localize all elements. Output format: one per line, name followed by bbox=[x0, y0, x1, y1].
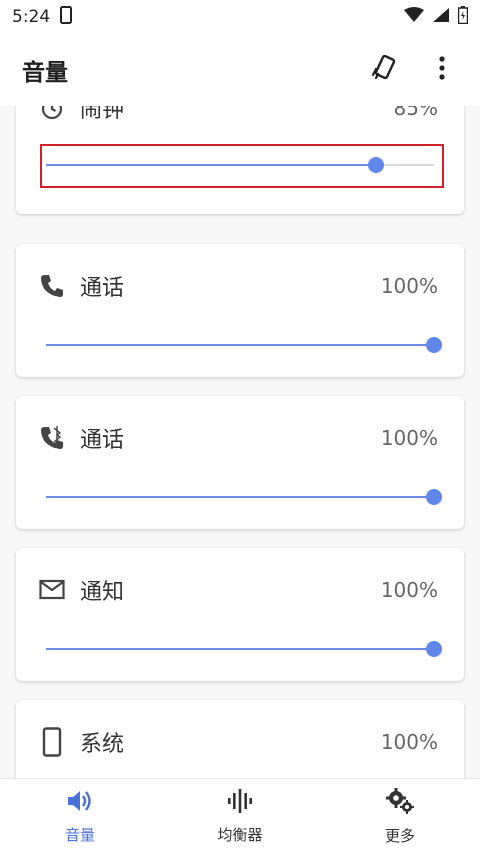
nav-item-volume[interactable]: 音量 bbox=[0, 779, 160, 853]
signal-icon bbox=[432, 7, 450, 28]
volume-label: 通话 bbox=[80, 428, 125, 453]
volume-value: 100% bbox=[380, 578, 438, 602]
volume-value: 85% bbox=[393, 106, 438, 120]
volume-value: 100% bbox=[380, 274, 438, 298]
call-volume-slider[interactable] bbox=[46, 333, 442, 357]
bluetooth-call-volume-slider[interactable] bbox=[46, 485, 442, 509]
slider-thumb[interactable] bbox=[426, 337, 442, 353]
volume-card-bluetooth-call: 通话 100% bbox=[16, 396, 464, 529]
notification-volume-slider[interactable] bbox=[46, 637, 442, 661]
phone-status-icon bbox=[60, 5, 73, 29]
slider-fill bbox=[46, 344, 434, 346]
alarm-clock-icon bbox=[38, 106, 66, 122]
volume-label: 闹钟 bbox=[80, 106, 125, 123]
slider-fill bbox=[46, 496, 434, 498]
gears-icon bbox=[385, 787, 415, 819]
volume-card-system: 系统 100% bbox=[16, 700, 464, 778]
nav-label: 更多 bbox=[384, 826, 415, 845]
app-bar: 音量 bbox=[0, 34, 480, 106]
status-bar: 5:24 bbox=[0, 0, 480, 34]
volume-card-notification: 通知 100% bbox=[16, 548, 464, 681]
volume-value: 100% bbox=[380, 426, 438, 450]
slider-fill bbox=[46, 648, 434, 650]
volume-card-alarm: 闹钟 85% bbox=[16, 106, 464, 214]
alarm-volume-slider[interactable] bbox=[46, 153, 434, 177]
nav-item-equalizer[interactable]: 均衡器 bbox=[160, 779, 320, 853]
slider-thumb[interactable] bbox=[426, 641, 442, 657]
speaker-icon bbox=[66, 788, 94, 818]
phone-icon bbox=[38, 272, 66, 300]
volume-label: 通知 bbox=[80, 580, 125, 605]
slider-thumb[interactable] bbox=[367, 157, 384, 173]
smartphone-icon bbox=[38, 727, 66, 757]
nav-label: 均衡器 bbox=[217, 825, 263, 844]
slider-thumb[interactable] bbox=[426, 489, 442, 505]
status-time: 5:24 bbox=[12, 7, 51, 27]
more-vert-icon bbox=[439, 56, 445, 84]
volume-value: 100% bbox=[380, 730, 438, 754]
mail-icon bbox=[38, 576, 66, 604]
equalizer-icon bbox=[226, 788, 254, 818]
volume-card-call: 通话 100% bbox=[16, 244, 464, 377]
nav-item-more[interactable]: 更多 bbox=[320, 779, 480, 853]
battery-icon bbox=[457, 5, 469, 29]
bluetooth-call-icon bbox=[38, 424, 66, 452]
bottom-navigation: 音量 均衡器 更多 bbox=[0, 778, 480, 853]
more-options-button[interactable] bbox=[426, 54, 458, 86]
nav-label: 音量 bbox=[64, 825, 95, 844]
slider-fill bbox=[46, 164, 376, 166]
volume-list[interactable]: 闹钟 85% 通话 100% 通话 100% 通知 100% 系统 100% bbox=[0, 106, 480, 778]
volume-label: 通话 bbox=[80, 276, 125, 301]
vibrate-mode-button[interactable] bbox=[368, 54, 400, 86]
wifi-icon bbox=[404, 6, 424, 28]
page-title: 音量 bbox=[22, 60, 68, 86]
volume-label: 系统 bbox=[80, 732, 125, 757]
vibrate-icon bbox=[369, 53, 399, 87]
